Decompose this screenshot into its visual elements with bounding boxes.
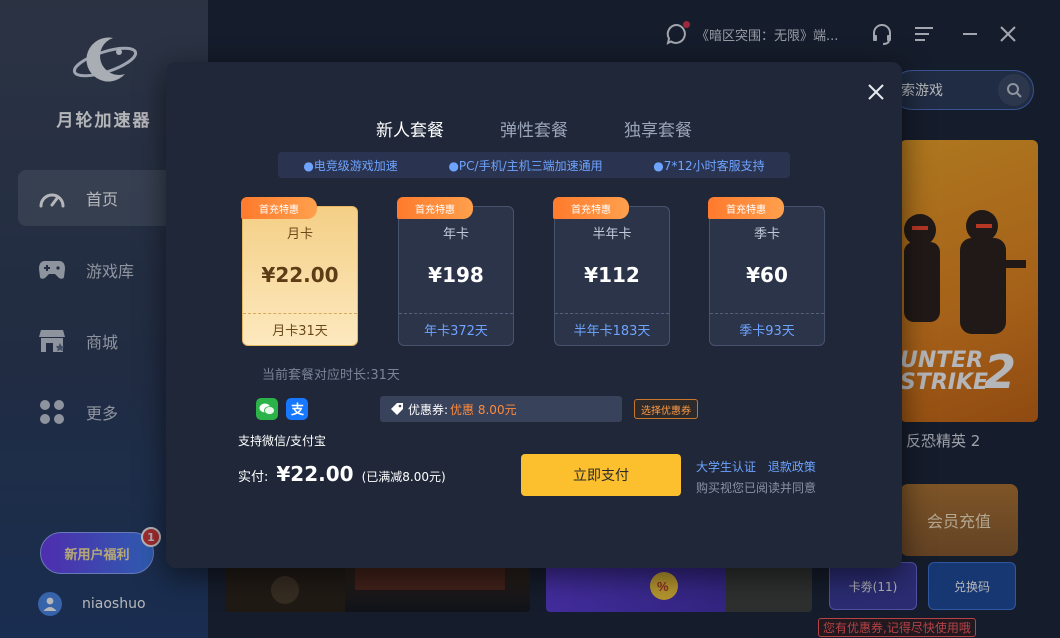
svg-text:支: 支 [290, 402, 305, 417]
pay-now-button[interactable]: 立即支付 [521, 454, 681, 496]
plan-price: ¥22.00 [261, 263, 339, 287]
select-coupon-button[interactable]: 选择优惠券 [634, 399, 698, 419]
plan-duration: 年卡372天 [399, 313, 513, 345]
feature-item: ●7*12小时客服支持 [653, 158, 765, 173]
plan-name: 月卡 [286, 227, 313, 242]
plan-name: 季卡 [753, 227, 780, 242]
first-charge-tag: 首充特惠 [397, 197, 473, 219]
feature-item: ●电竞级游戏加速 [303, 158, 398, 173]
student-verify-link[interactable]: 大学生认证 [696, 460, 756, 474]
tab-flexible-package[interactable]: 弹性套餐 [500, 116, 568, 141]
first-charge-tag: 首充特惠 [553, 197, 629, 219]
plan-price: ¥112 [584, 263, 640, 287]
first-charge-tag: 首充特惠 [708, 197, 784, 219]
purchase-modal: 新人套餐 弹性套餐 独享套餐 ●电竞级游戏加速 ●PC/手机/主机三端加速通用 … [166, 62, 902, 568]
plan-duration: 季卡93天 [710, 313, 824, 345]
plan-name: 年卡 [442, 227, 469, 242]
feature-bar: ●电竞级游戏加速 ●PC/手机/主机三端加速通用 ●7*12小时客服支持 [278, 152, 790, 178]
discount-note: (已满减8.00元) [361, 470, 446, 484]
plan-card-quarterly[interactable]: 首充特惠 季卡 ¥60 季卡93天 [708, 197, 825, 346]
tab-newcomer-package[interactable]: 新人套餐 [376, 116, 444, 141]
tag-icon [391, 403, 403, 415]
package-tabs: 新人套餐 弹性套餐 独享套餐 [166, 116, 902, 141]
plan-price: ¥60 [746, 263, 788, 287]
first-charge-tag: 首充特惠 [241, 197, 317, 219]
plan-price: ¥198 [428, 263, 484, 287]
payment-support-text: 支持微信/支付宝 [238, 434, 327, 448]
plan-card-monthly[interactable]: 首充特惠 月卡 ¥22.00 月卡31天 [241, 197, 358, 346]
coupon-label: 优惠券: [408, 402, 449, 417]
plan-name: 半年卡 [592, 227, 632, 242]
tab-exclusive-package[interactable]: 独享套餐 [624, 116, 692, 141]
plan-card-half-year[interactable]: 首充特惠 半年卡 ¥112 半年卡183天 [553, 197, 670, 346]
agreement-text: 购买视您已阅读并同意 [696, 481, 817, 495]
payment-total: 实付: ¥22.00 (已满减8.00元) [238, 462, 446, 486]
plan-card-yearly[interactable]: 首充特惠 年卡 ¥198 年卡372天 [397, 197, 514, 346]
policy-links: 大学生认证 退款政策 购买视您已阅读并同意 [696, 458, 824, 496]
payment-methods: 支 [256, 398, 316, 420]
paid-label: 实付: [238, 470, 269, 485]
refund-policy-link[interactable]: 退款政策 [768, 460, 816, 474]
feature-item: ●PC/手机/主机三端加速通用 [448, 158, 603, 173]
coupon-field[interactable]: 优惠券: 优惠 8.00元 [380, 396, 622, 422]
plan-duration: 月卡31天 [243, 313, 357, 345]
coupon-value: 优惠 8.00元 [450, 402, 517, 417]
plan-duration-text: 当前套餐对应时长:31天 [262, 368, 400, 383]
paid-amount: ¥22.00 [276, 462, 354, 486]
plan-duration: 半年卡183天 [555, 313, 669, 345]
wechat-pay-icon[interactable] [256, 398, 278, 420]
modal-close-icon[interactable] [864, 80, 888, 104]
pay-now-label: 立即支付 [573, 468, 629, 484]
alipay-icon[interactable]: 支 [286, 398, 308, 420]
